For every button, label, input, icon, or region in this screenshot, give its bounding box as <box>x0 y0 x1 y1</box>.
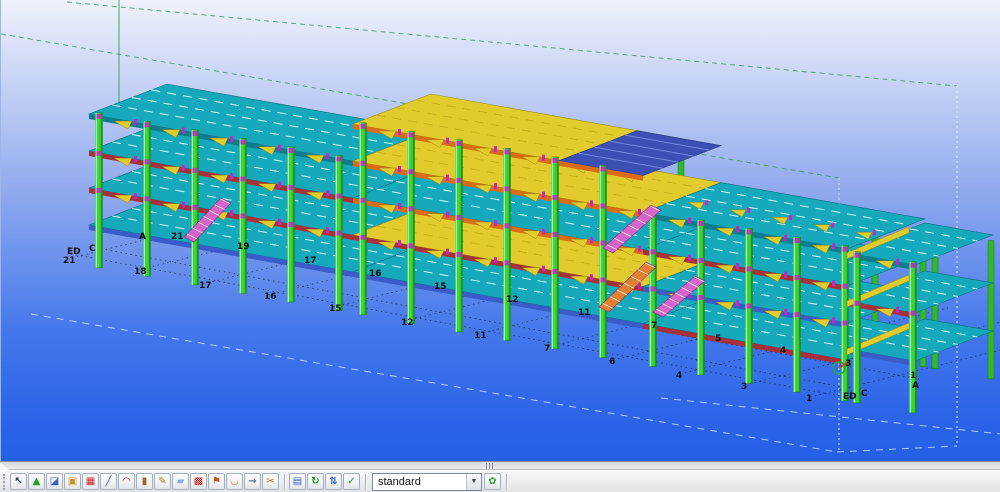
create-weld-button[interactable]: ⚑ <box>208 473 225 490</box>
create-point-icon: ▲ <box>33 474 41 489</box>
combobox-value: standard <box>373 476 466 488</box>
grid-label: 4 <box>676 371 682 381</box>
create-point-button[interactable]: ▲ <box>28 473 45 490</box>
model-viewport-3d[interactable]: 2119171615121175431AED21CA18171615121176… <box>1 0 1000 461</box>
create-plate-icon: ▰ <box>177 474 185 489</box>
grid-label: 5 <box>715 334 721 344</box>
select-pointer-icon: ↖ <box>14 474 22 489</box>
grid-label: 12 <box>401 318 414 328</box>
grid-label: 11 <box>474 331 487 341</box>
application-window: 2119171615121175431AED21CA18171615121176… <box>0 0 1000 492</box>
perform-numbering-button[interactable]: ✓ <box>343 473 360 490</box>
combobox-dropdown-arrow-icon[interactable]: ▼ <box>466 474 481 490</box>
grid-label: 6 <box>609 357 615 367</box>
toolbar-separator <box>506 474 507 490</box>
grid-label: 19 <box>237 242 250 252</box>
create-box-button[interactable]: ▣ <box>64 473 81 490</box>
bottom-toolbar: ↖ ▲ ◪ ▣ ▦ ╱ ◠ ▮ ✎ ▰ ▩ ⚑ ◡ → ✂ ▤ ↻ ⇅ ✓ standard ▼ ✿ <box>0 470 1000 492</box>
create-polybeam-icon: ✎ <box>158 474 166 489</box>
grid-label: 21 <box>171 232 184 242</box>
create-view-button[interactable]: ◪ <box>46 473 63 490</box>
lifting-hook-button[interactable]: ◡ <box>226 473 243 490</box>
fit-work-area-icon: ↻ <box>311 474 319 489</box>
grid-label: 17 <box>199 281 212 291</box>
view-settings-combobox[interactable]: standard ▼ <box>372 473 482 491</box>
toolbar-separator <box>365 474 366 490</box>
create-cut-icon: ✂ <box>266 474 274 489</box>
grid-label: 16 <box>264 292 277 302</box>
grid-label: 3 <box>741 382 747 392</box>
create-curved-beam-button[interactable]: ◠ <box>118 473 135 490</box>
structural-model[interactable] <box>89 84 994 413</box>
create-beam-icon: ╱ <box>105 474 111 489</box>
grid-label: 1 <box>806 394 812 404</box>
part-properties-button[interactable]: → <box>244 473 261 490</box>
create-polybeam-button[interactable]: ✎ <box>154 473 171 490</box>
grid-label: 18 <box>134 267 147 277</box>
create-column-icon: ▮ <box>142 474 148 489</box>
horizontal-scrollbar[interactable] <box>0 461 1000 470</box>
grid-label: 11 <box>578 308 591 318</box>
grid-label: 7 <box>544 344 550 354</box>
create-beam-button[interactable]: ╱ <box>100 473 117 490</box>
grid-label: 1 <box>910 371 916 381</box>
create-plate-button[interactable]: ▰ <box>172 473 189 490</box>
create-weld-icon: ⚑ <box>212 474 221 489</box>
create-box-icon: ▣ <box>68 474 77 489</box>
create-grid-button[interactable]: ▦ <box>82 473 99 490</box>
toolbar-drag-handle[interactable] <box>3 474 7 490</box>
grid-label: ED <box>843 392 857 402</box>
grid-label: 4 <box>780 346 786 356</box>
toolbar-group-representation: ✿ <box>484 473 502 490</box>
toolbar-group-modeling: ↖ ▲ ◪ ▣ ▦ ╱ ◠ ▮ ✎ ▰ ▩ ⚑ ◡ → ✂ <box>10 473 280 490</box>
part-properties-icon: → <box>248 474 256 489</box>
grid-label: 17 <box>304 256 317 266</box>
create-bolts-button[interactable]: ▩ <box>190 473 207 490</box>
grid-label: A <box>139 232 146 242</box>
toolbar-separator <box>284 474 285 490</box>
grid-label: 12 <box>506 295 519 305</box>
phase-manager-icon: ▤ <box>293 474 302 489</box>
grid-label: 21 <box>63 256 76 266</box>
create-curved-beam-icon: ◠ <box>123 474 131 489</box>
phase-manager-button[interactable]: ▤ <box>289 473 306 490</box>
grid-label: C <box>89 244 96 254</box>
fit-work-area-button[interactable]: ↻ <box>307 473 324 490</box>
grid-label: A <box>912 381 919 391</box>
create-view-icon: ◪ <box>50 474 59 489</box>
grid-label: 3 <box>845 359 851 369</box>
model-view-3d[interactable]: 2119171615121175431AED21CA18171615121176… <box>0 0 1000 461</box>
numbering-button[interactable]: ⇅ <box>325 473 342 490</box>
create-bolts-icon: ▩ <box>194 474 203 489</box>
object-representation-button[interactable]: ✿ <box>484 473 501 490</box>
numbering-icon: ⇅ <box>329 474 337 489</box>
grid-label: 15 <box>329 304 342 314</box>
perform-numbering-icon: ✓ <box>347 474 355 489</box>
select-pointer-button[interactable]: ↖ <box>10 473 27 490</box>
grid-label: 7 <box>651 321 657 331</box>
create-column-button[interactable]: ▮ <box>136 473 153 490</box>
grid-label: 15 <box>434 282 447 292</box>
toolbar-group-tools: ▤ ↻ ⇅ ✓ <box>289 473 361 490</box>
grid-label: C <box>861 389 868 399</box>
lifting-hook-icon: ◡ <box>231 474 239 489</box>
create-grid-icon: ▦ <box>86 474 95 489</box>
create-cut-button[interactable]: ✂ <box>262 473 279 490</box>
pane-splitter-grip[interactable] <box>486 463 493 469</box>
object-representation-icon: ✿ <box>488 474 496 489</box>
grid-label: 16 <box>369 269 382 279</box>
scrollbar-corner-wedge <box>0 462 9 470</box>
